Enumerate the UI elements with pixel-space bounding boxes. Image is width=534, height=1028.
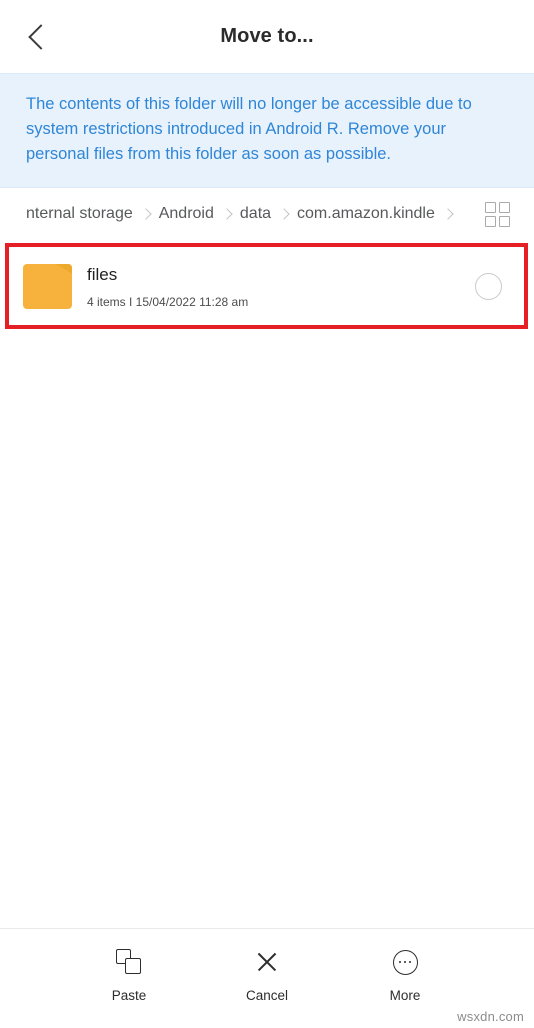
grid-view-icon[interactable] bbox=[480, 197, 514, 231]
banner-message: The contents of this folder will no long… bbox=[26, 95, 472, 163]
dot bbox=[403, 960, 407, 964]
grid-cell bbox=[484, 201, 496, 213]
more-button-label: More bbox=[389, 988, 421, 1003]
folder-name: files bbox=[87, 264, 118, 284]
paste-button-label: Paste bbox=[111, 988, 147, 1003]
chevron-right-icon bbox=[140, 208, 152, 220]
chevron-right-icon bbox=[442, 208, 454, 220]
back-button[interactable] bbox=[10, 9, 66, 65]
page-title: Move to... bbox=[220, 25, 314, 47]
system-restriction-banner: The contents of this folder will no long… bbox=[0, 73, 534, 188]
folder-icon bbox=[23, 263, 72, 309]
more-button[interactable]: More bbox=[362, 947, 448, 1003]
chevron-right-icon bbox=[278, 208, 290, 220]
chevron-left-icon bbox=[27, 23, 54, 50]
cancel-button-label: Cancel bbox=[245, 988, 289, 1003]
grid-cell bbox=[498, 215, 510, 227]
paste-icon bbox=[116, 949, 142, 975]
folder-body bbox=[23, 263, 72, 309]
close-x-icon bbox=[255, 950, 279, 974]
chevron-right-icon bbox=[221, 208, 233, 220]
grid-cell bbox=[484, 215, 496, 227]
breadcrumb-item-0[interactable]: nternal storage bbox=[26, 205, 133, 223]
list-item-text: files 4 items I 15/04/2022 11:28 am bbox=[87, 264, 475, 309]
breadcrumb-item-2[interactable]: data bbox=[240, 205, 271, 223]
dot bbox=[398, 960, 402, 964]
cancel-button[interactable]: Cancel bbox=[224, 947, 310, 1003]
highlight-annotation: files 4 items I 15/04/2022 11:28 am bbox=[5, 243, 528, 329]
breadcrumb-bar: nternal storage Android data com.amazon.… bbox=[0, 188, 534, 240]
paste-button[interactable]: Paste bbox=[86, 947, 172, 1003]
grid-cell bbox=[498, 201, 510, 213]
app-header: Move to... bbox=[0, 0, 534, 73]
breadcrumb-item-3[interactable]: com.amazon.kindle bbox=[297, 205, 435, 223]
watermark: wsxdn.com bbox=[457, 1009, 524, 1024]
breadcrumb: nternal storage Android data com.amazon.… bbox=[26, 205, 480, 223]
select-checkbox[interactable] bbox=[475, 272, 502, 300]
paste-icon-wrap bbox=[116, 947, 142, 977]
breadcrumb-item-1[interactable]: Android bbox=[159, 205, 214, 223]
more-dots-icon bbox=[392, 949, 418, 975]
close-icon-wrap bbox=[255, 947, 279, 977]
more-icon-wrap bbox=[392, 947, 418, 977]
list-item[interactable]: files 4 items I 15/04/2022 11:28 am bbox=[9, 247, 524, 325]
folder-details: 4 items I 15/04/2022 11:28 am bbox=[87, 294, 249, 309]
paste-icon-front-square bbox=[125, 958, 141, 974]
bottom-toolbar: Paste Cancel More bbox=[0, 928, 534, 1028]
dot bbox=[408, 960, 412, 964]
